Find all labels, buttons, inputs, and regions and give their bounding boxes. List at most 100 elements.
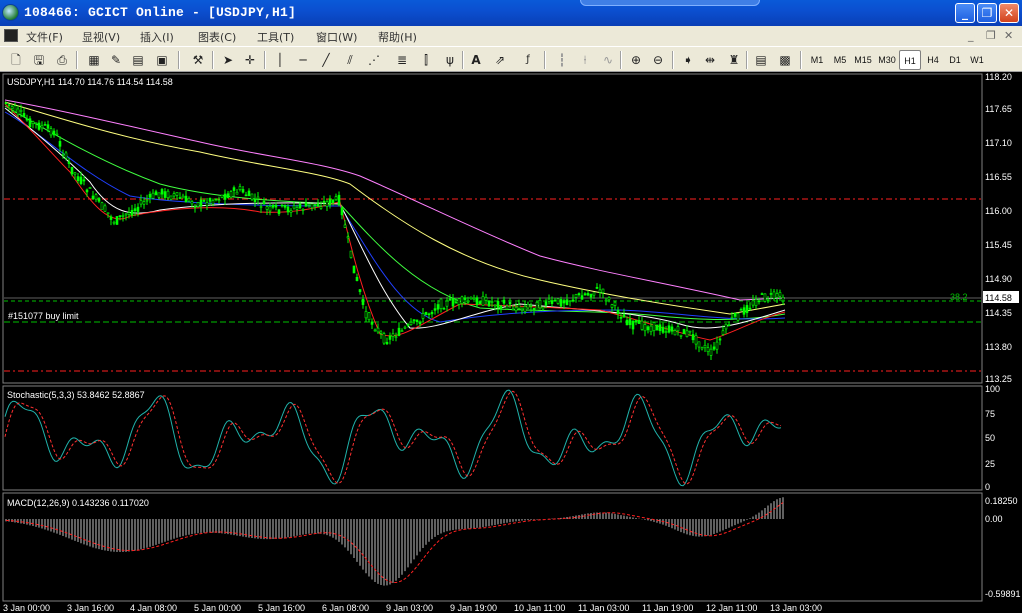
candle-body	[424, 311, 428, 315]
menu-window[interactable]: 窗口(W)	[316, 29, 357, 45]
time-tick: 9 Jan 03:00	[386, 603, 434, 613]
save-icon[interactable]: 🖫	[29, 50, 49, 70]
candle-body	[256, 196, 260, 199]
price-tick: 118.20	[985, 72, 1012, 82]
fib-level-label: 38.2	[950, 292, 968, 302]
price-candles[interactable]	[4, 102, 785, 361]
candle-body	[526, 304, 530, 309]
timeframe-m5[interactable]: M5	[829, 50, 851, 70]
menu-file[interactable]: 文件(F)	[26, 29, 63, 45]
timeframe-d1[interactable]: D1	[944, 50, 966, 70]
expert-advisor-icon[interactable]: ⚒	[188, 50, 208, 70]
candle-body	[670, 326, 674, 332]
timeframe-m1[interactable]: M1	[806, 50, 828, 70]
menu-help[interactable]: 帮助(H)	[378, 29, 417, 45]
candle-body	[232, 187, 236, 191]
trendline-icon[interactable]: ╱	[316, 50, 336, 70]
toolbar-separator	[620, 51, 622, 69]
candle-body	[430, 311, 434, 315]
timeframe-m30[interactable]: M30	[875, 50, 899, 70]
timeframe-h4[interactable]: H4	[922, 50, 944, 70]
properties-icon[interactable]: ♜	[724, 50, 744, 70]
candle-body	[766, 298, 770, 301]
candle-body	[214, 198, 218, 201]
gann-fan-icon[interactable]: ⋰	[364, 50, 384, 70]
stoch-tick: 100	[985, 384, 1000, 394]
candle-body	[574, 294, 578, 298]
candle-body	[34, 122, 38, 125]
candle-body	[100, 202, 104, 210]
terminal-icon[interactable]: ▣	[152, 50, 172, 70]
candle-body	[736, 313, 740, 321]
menu-view[interactable]: 显视(V)	[82, 29, 120, 45]
timeframe-m15[interactable]: M15	[851, 50, 875, 70]
template-icon[interactable]: ▤	[751, 50, 771, 70]
fibonacci-icon[interactable]: ≣	[392, 50, 412, 70]
candle-body	[442, 308, 446, 310]
zoom-in-icon[interactable]: ⊕	[626, 50, 646, 70]
indicator-icon[interactable]: ƒ	[518, 50, 538, 70]
order-label[interactable]: #151077 buy limit	[8, 311, 79, 321]
timeframe-w1[interactable]: W1	[966, 50, 988, 70]
ma-blue-line	[4, 111, 786, 323]
data-window-icon[interactable]: ✎	[106, 50, 126, 70]
candle-body	[415, 319, 419, 323]
candle-body	[607, 297, 611, 301]
menu-tools[interactable]: 工具(T)	[257, 29, 294, 45]
line-chart-icon[interactable]: ∿	[598, 50, 618, 70]
horizontal-line-icon[interactable]: ─	[293, 50, 313, 70]
text-tool-icon[interactable]: A	[466, 50, 486, 70]
macd-tick: -0.59891	[985, 589, 1021, 599]
andrews-pitchfork-icon[interactable]: ψ	[440, 50, 460, 70]
child-restore-button[interactable]: ❐	[986, 29, 996, 42]
ma-pink-line	[4, 99, 786, 301]
bar-chart-icon[interactable]: ┇	[552, 50, 572, 70]
candle-body	[211, 200, 215, 205]
menu-insert[interactable]: 插入(I)	[140, 29, 174, 45]
candle-body	[565, 299, 569, 305]
minimize-button[interactable]: _	[955, 3, 975, 23]
navigator-icon[interactable]: ▤	[128, 50, 148, 70]
candle-body	[82, 179, 86, 182]
auto-scroll-icon[interactable]: ⇹	[700, 50, 720, 70]
candle-body	[28, 118, 32, 128]
macd-tick: 0.18250	[985, 496, 1018, 506]
candle-body	[139, 200, 143, 205]
candlestick-icon[interactable]: ⍿	[575, 50, 595, 70]
new-chart-icon[interactable]: 🗋	[6, 50, 26, 70]
candle-body	[682, 329, 686, 335]
price-tick: 114.90	[985, 274, 1012, 284]
candle-body	[253, 199, 257, 203]
restore-button[interactable]: ❐	[977, 3, 997, 23]
candle-body	[496, 301, 500, 309]
candle-body	[748, 307, 752, 310]
candle-body	[115, 216, 119, 225]
candle-body	[7, 104, 11, 106]
child-close-button[interactable]: ✕	[1004, 29, 1013, 42]
arrow-tool-icon[interactable]: ⇗	[490, 50, 510, 70]
candle-body	[727, 324, 731, 327]
zoom-out-icon[interactable]: ⊖	[648, 50, 668, 70]
fib-fan-icon[interactable]: ⫿	[416, 50, 436, 70]
candle-body	[88, 187, 92, 189]
candle-body	[52, 130, 56, 136]
market-watch-icon[interactable]: ▦	[84, 50, 104, 70]
chart-shift-icon[interactable]: ➧	[678, 50, 698, 70]
child-minimize-button[interactable]: _	[968, 29, 974, 42]
periods-icon[interactable]: ▩	[775, 50, 795, 70]
chart-window-icon[interactable]	[4, 29, 18, 42]
candle-body	[754, 299, 758, 306]
crosshair-icon[interactable]: ✛	[240, 50, 260, 70]
channel-icon[interactable]: ⫽	[340, 50, 360, 70]
vertical-line-icon[interactable]: │	[270, 50, 290, 70]
candle-body	[562, 300, 566, 304]
candle-body	[505, 305, 509, 310]
close-button[interactable]: ✕	[999, 3, 1019, 23]
print-icon[interactable]: ⎙	[52, 50, 72, 70]
chart-area[interactable]: 118.20 117.65 117.10 116.55 116.00 115.4…	[0, 72, 1022, 602]
candle-body	[631, 320, 635, 330]
timeframe-h1[interactable]: H1	[899, 50, 921, 70]
cursor-icon[interactable]: ➤	[218, 50, 238, 70]
chart-canvas[interactable]: 118.20 117.65 117.10 116.55 116.00 115.4…	[0, 72, 1022, 602]
menu-charts[interactable]: 图表(C)	[198, 29, 236, 45]
